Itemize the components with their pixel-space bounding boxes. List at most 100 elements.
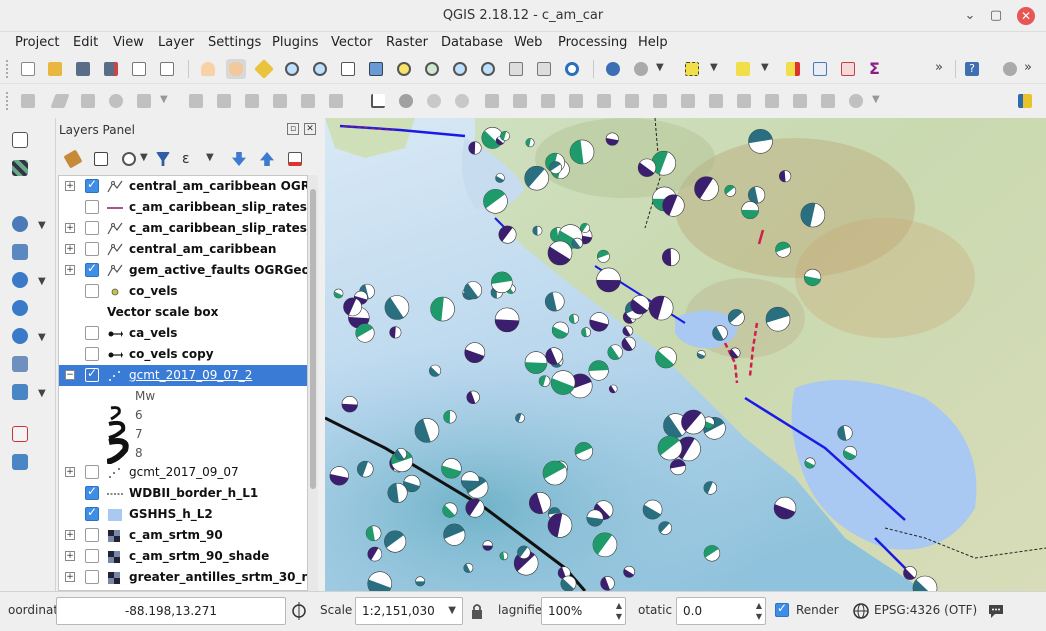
redo-icon[interactable] xyxy=(452,91,472,111)
layer-row[interactable]: co_vels copy xyxy=(59,344,307,365)
layer-name[interactable]: ca_vels xyxy=(129,326,177,340)
chevron-down-icon[interactable]: ▼ xyxy=(38,276,46,287)
crs-globe-icon[interactable] xyxy=(852,602,870,620)
expand-all-icon[interactable] xyxy=(230,150,248,168)
expand-toggle[interactable]: + xyxy=(65,223,75,233)
menu-project[interactable]: Project xyxy=(15,35,59,50)
menu-vector[interactable]: Vector xyxy=(331,35,372,50)
menu-edit[interactable]: Edit xyxy=(73,35,98,50)
expand-toggle[interactable]: + xyxy=(65,572,75,582)
layer-visibility-checkbox[interactable] xyxy=(85,570,99,584)
layer-row[interactable]: + greater_antilles_srtm_30_nd xyxy=(59,567,307,588)
menu-settings[interactable]: Settings xyxy=(208,35,261,50)
layer-name[interactable]: co_vels xyxy=(129,284,178,298)
menu-plugins[interactable]: Plugins xyxy=(272,35,319,50)
menu-layer[interactable]: Layer xyxy=(158,35,194,50)
layer-styling-icon[interactable] xyxy=(63,149,83,169)
maximize-button[interactable]: ▢ xyxy=(986,6,1006,26)
layer-row[interactable]: + central_am_caribbean OGR... xyxy=(59,176,307,197)
chevron-down-icon[interactable]: ▼ xyxy=(761,62,769,73)
save-project-icon[interactable] xyxy=(73,59,93,79)
add-virtual-layer-icon[interactable] xyxy=(10,382,30,402)
split-parts-icon[interactable] xyxy=(734,91,754,111)
lock-scale-icon[interactable] xyxy=(470,602,484,620)
new-print-composer-icon[interactable] xyxy=(129,59,149,79)
chevron-down-icon[interactable]: ▼ xyxy=(872,94,880,105)
toolbar-handle[interactable] xyxy=(6,92,10,110)
style-icon[interactable] xyxy=(396,91,416,111)
layer-row[interactable]: c_am_caribbean_slip_rates ... xyxy=(59,197,307,218)
add-part-icon[interactable] xyxy=(510,91,530,111)
zoom-full-icon[interactable] xyxy=(366,59,386,79)
menu-web[interactable]: Web xyxy=(514,35,542,50)
add-postgis-layer-icon[interactable] xyxy=(10,214,30,234)
layer-name[interactable]: Vector scale box xyxy=(107,305,218,319)
zoom-last-icon[interactable] xyxy=(450,59,470,79)
copy-features-icon[interactable] xyxy=(270,91,290,111)
layer-visibility-checkbox[interactable] xyxy=(85,326,99,340)
layer-row[interactable]: + gcmt_2017_09_07 xyxy=(59,462,307,483)
chevron-down-icon[interactable]: ▼ xyxy=(140,152,148,163)
layer-visibility-checkbox[interactable] xyxy=(85,284,99,298)
menu-view[interactable]: View xyxy=(113,35,144,50)
collapse-toggle[interactable]: − xyxy=(65,370,75,380)
chevron-down-icon[interactable]: ▼ xyxy=(38,332,46,343)
layer-visibility-checkbox[interactable] xyxy=(85,465,99,479)
close-window-button[interactable]: ✕ xyxy=(1017,7,1035,25)
chevron-down-icon[interactable]: ▼ xyxy=(206,152,214,163)
add-vector-layer-icon[interactable] xyxy=(10,130,30,150)
layer-visibility-checkbox[interactable] xyxy=(85,366,99,382)
layer-row[interactable]: Vector scale box xyxy=(59,302,307,323)
menu-database[interactable]: Database xyxy=(441,35,503,50)
layer-visibility-checkbox[interactable] xyxy=(85,528,99,542)
touch-zoom-icon[interactable] xyxy=(198,59,218,79)
save-edits-icon[interactable] xyxy=(78,91,98,111)
chevron-down-icon[interactable]: ▼ xyxy=(38,388,46,399)
layer-name[interactable]: c_am_srtm_90 xyxy=(129,528,223,542)
identify-features-icon[interactable] xyxy=(603,59,623,79)
map-canvas[interactable] xyxy=(325,118,1046,591)
delete-ring-icon[interactable] xyxy=(566,91,586,111)
layer-visibility-checkbox[interactable] xyxy=(85,347,99,361)
layer-row[interactable]: co_vels xyxy=(59,281,307,302)
new-temp-layer-icon[interactable] xyxy=(10,452,30,472)
open-project-icon[interactable] xyxy=(45,59,65,79)
chevron-down-icon[interactable]: ▼ xyxy=(710,62,718,73)
layer-tree-scrollbar[interactable] xyxy=(308,175,318,591)
chevron-down-icon[interactable]: ▼ xyxy=(448,598,456,624)
layer-row[interactable]: + c_am_srtm_90_shade xyxy=(59,546,307,567)
simplify-icon[interactable] xyxy=(678,91,698,111)
current-edits-icon[interactable] xyxy=(18,91,38,111)
python-console-icon[interactable] xyxy=(1015,91,1035,111)
zoom-to-selection-icon[interactable] xyxy=(394,59,414,79)
add-wcs-layer-icon[interactable] xyxy=(10,298,30,318)
help-icon[interactable]: ? xyxy=(962,59,982,79)
menu-help[interactable]: Help xyxy=(638,35,668,50)
layer-visibility-checkbox[interactable] xyxy=(85,242,99,256)
fill-ring-icon[interactable] xyxy=(538,91,558,111)
toggle-editing-icon[interactable] xyxy=(50,91,70,111)
layer-name[interactable]: gcmt_2017_09_07 xyxy=(129,465,239,479)
magnifier-spinbox[interactable]: 100% ▲ ▼ xyxy=(541,597,626,625)
layer-row[interactable]: GSHHS_h_L2 xyxy=(59,504,307,525)
layer-visibility-checkbox[interactable] xyxy=(85,484,99,500)
layer-visibility-checkbox[interactable] xyxy=(85,177,99,193)
expand-toggle[interactable]: + xyxy=(65,551,75,561)
menu-processing[interactable]: Processing xyxy=(558,35,627,50)
layer-name[interactable]: central_am_caribbean xyxy=(129,242,276,256)
scrollbar-thumb[interactable] xyxy=(310,189,316,489)
rotation-spinbox[interactable]: 0.0 ▲ ▼ xyxy=(676,597,766,625)
filter-legend-icon[interactable] xyxy=(154,150,172,168)
attribute-table-icon[interactable] xyxy=(810,59,830,79)
layer-row[interactable]: WDBII_border_h_L1 xyxy=(59,483,307,504)
toolbar-overflow-icon-2[interactable]: » xyxy=(1024,60,1032,75)
minimize-button[interactable]: ⌄ xyxy=(960,6,980,26)
layer-visibility-checkbox[interactable] xyxy=(85,549,99,563)
layer-visibility-checkbox[interactable] xyxy=(85,221,99,235)
new-project-icon[interactable] xyxy=(18,59,38,79)
rotate-feature-icon[interactable] xyxy=(846,91,866,111)
merge-features-icon[interactable] xyxy=(762,91,782,111)
visibility-icon[interactable] xyxy=(120,150,138,168)
layer-name[interactable]: co_vels copy xyxy=(129,347,214,361)
layer-name[interactable]: central_am_caribbean OGR... xyxy=(129,179,307,193)
